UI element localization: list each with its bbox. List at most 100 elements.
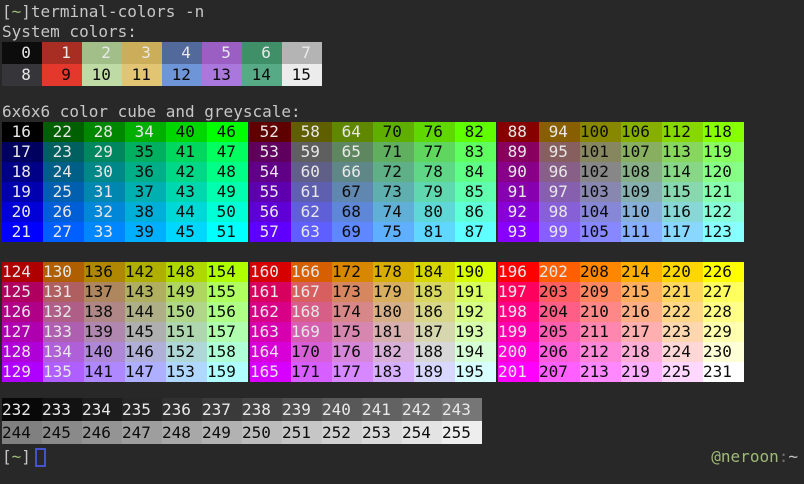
color-cell-1: 1 [42,42,82,64]
color-cell-200: 200 [498,342,539,362]
color-cell-67: 67 [332,182,373,202]
color-cell-54: 54 [250,162,291,182]
color-cell-236: 236 [162,398,202,421]
color-cell-35: 35 [125,142,166,162]
cube-block-16-row-5: 20 26 32 38 44 50 [2,202,248,222]
bottom-prompt: [~] [2,447,31,467]
cube-block-16-row-3: 18 24 30 36 42 48 [2,162,248,182]
color-cell-128: 128 [2,342,43,362]
cube-block-196-row-2: 197 203 209 215 221 227 [498,282,744,302]
color-cell-0: 0 [2,42,42,64]
color-cell-108: 108 [621,162,662,182]
color-cell-167: 167 [291,282,332,302]
color-cell-197: 197 [498,282,539,302]
color-cell-163: 163 [250,322,291,342]
color-cell-130: 130 [43,262,84,282]
cube-block-52-row-6: 57 63 69 75 81 87 [250,222,496,242]
color-cell-226: 226 [703,262,744,282]
color-cell-30: 30 [84,162,125,182]
color-cell-52: 52 [250,122,291,142]
color-cell-18: 18 [2,162,43,182]
color-cell-221: 221 [662,282,703,302]
rprompt-user: @neroon [711,447,778,466]
color-cell-213: 213 [580,362,621,382]
color-cell-63: 63 [291,222,332,242]
color-cell-189: 189 [414,362,455,382]
prompt-open-bracket: [ [2,447,12,466]
color-cell-184: 184 [414,262,455,282]
color-cell-61: 61 [291,182,332,202]
color-cell-87: 87 [455,222,496,242]
color-cell-93: 93 [498,222,539,242]
color-cell-160: 160 [250,262,291,282]
color-cell-24: 24 [43,162,84,182]
rprompt-path: ~ [788,447,798,466]
color-cell-4: 4 [162,42,202,64]
color-cell-41: 41 [166,142,207,162]
color-cell-215: 215 [621,282,662,302]
color-cell-148: 148 [166,262,207,282]
color-cell-241: 241 [362,398,402,421]
terminal-screen[interactable]: [~]terminal-colors -n System colors: 0 1… [0,0,804,484]
color-cell-158: 158 [207,342,248,362]
color-cell-132: 132 [43,302,84,322]
color-cell-64: 64 [332,122,373,142]
color-cell-237: 237 [202,398,242,421]
cube-block-196-row-4: 199 205 211 217 223 229 [498,322,744,342]
color-cell-147: 147 [125,362,166,382]
cube-block-52: 52 58 64 70 76 82 53 59 65 71 77 83 54 6… [250,122,496,242]
cube-block-52-row-2: 53 59 65 71 77 83 [250,142,496,162]
color-cell-110: 110 [621,202,662,222]
color-cell-198: 198 [498,302,539,322]
cube-block-160-row-4: 163 169 175 181 187 193 [250,322,496,342]
color-cell-106: 106 [621,122,662,142]
color-cell-42: 42 [166,162,207,182]
color-cell-120: 120 [703,162,744,182]
color-cell-225: 225 [662,362,703,382]
color-cell-90: 90 [498,162,539,182]
color-cell-153: 153 [166,362,207,382]
color-cell-182: 182 [373,342,414,362]
color-cell-121: 121 [703,182,744,202]
color-cell-138: 138 [84,302,125,322]
cube-block-124-row-4: 127 133 139 145 151 157 [2,322,248,342]
color-cell-208: 208 [580,262,621,282]
color-cell-103: 103 [580,182,621,202]
prompt-open-bracket: [ [2,2,12,21]
color-cell-86: 86 [455,202,496,222]
color-cell-55: 55 [250,182,291,202]
color-cell-172: 172 [332,262,373,282]
system-colors-label: System colors: [2,22,804,42]
color-cell-249: 249 [202,421,242,444]
command-line: [~]terminal-colors -n [2,2,804,22]
color-cell-105: 105 [580,222,621,242]
color-cell-31: 31 [84,182,125,202]
color-cell-123: 123 [703,222,744,242]
input-line[interactable]: [~] @neroon:~ [2,446,804,468]
color-cell-154: 154 [207,262,248,282]
color-cell-45: 45 [166,222,207,242]
color-cell-240: 240 [322,398,362,421]
color-cell-46: 46 [207,122,248,142]
cube-block-196-row-5: 200 206 212 218 224 230 [498,342,744,362]
color-cell-245: 245 [42,421,82,444]
color-cell-187: 187 [414,322,455,342]
color-cell-40: 40 [166,122,207,142]
color-cell-203: 203 [539,282,580,302]
cube-block-196-row-6: 201 207 213 219 225 231 [498,362,744,382]
color-cell-204: 204 [539,302,580,322]
color-cell-76: 76 [414,122,455,142]
cube-block-16: 16 22 28 34 40 46 17 23 29 35 41 47 18 2… [2,122,248,242]
color-cell-192: 192 [455,302,496,322]
color-cell-71: 71 [373,142,414,162]
color-cell-243: 243 [442,398,482,421]
color-cell-129: 129 [2,362,43,382]
color-cell-210: 210 [580,302,621,322]
color-cell-53: 53 [250,142,291,162]
greyscale-grid: 232 233 234 235 236 237 238 239 240 241 … [2,398,804,444]
color-cell-166: 166 [291,262,332,282]
color-cell-250: 250 [242,421,282,444]
color-cell-194: 194 [455,342,496,362]
color-cell-139: 139 [84,322,125,342]
color-cell-36: 36 [125,162,166,182]
